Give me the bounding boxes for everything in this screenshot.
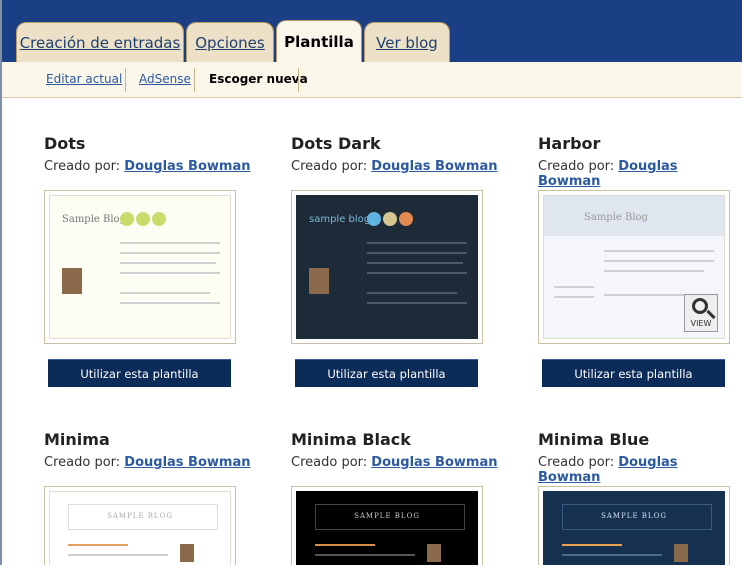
subnav-edit-current[interactable]: Editar actual — [46, 72, 122, 86]
template-name: Harbor — [538, 134, 601, 153]
preview-line — [315, 554, 415, 556]
author-prefix: Creado por: — [538, 455, 615, 470]
template-preview[interactable]: SAMPLE BLOG — [538, 486, 730, 565]
preview-dot — [136, 212, 150, 226]
preview-line — [120, 262, 216, 264]
preview-heading: sample blog — [309, 214, 371, 225]
template-name: Minima Black — [291, 430, 411, 449]
view-preview-button[interactable]: VIEW — [684, 294, 718, 332]
preview-line — [562, 554, 662, 556]
preview-avatar — [180, 544, 194, 562]
template-author-line: Creado por: Douglas Bowman — [291, 455, 497, 470]
preview-line — [554, 286, 594, 288]
author-prefix: Creado por: — [538, 159, 615, 174]
preview-line — [604, 250, 714, 252]
author-prefix: Creado por: — [44, 455, 121, 470]
preview-avatar — [427, 544, 441, 562]
author-prefix: Creado por: — [44, 159, 121, 174]
preview-line — [604, 260, 714, 262]
template-card-minima: Minima Creado por: Douglas Bowman SAMPLE… — [44, 430, 250, 565]
preview-line — [120, 272, 220, 274]
preview-line — [367, 272, 467, 274]
preview-avatar — [674, 544, 688, 562]
preview-avatar — [62, 268, 82, 294]
view-label: VIEW — [690, 319, 712, 328]
template-preview[interactable]: Sample Blog — [44, 190, 236, 344]
preview-dots-dark: sample blog — [296, 195, 478, 339]
subnav-pick-new: Escoger nueva — [209, 72, 308, 86]
preview-heading: Sample Blog — [62, 214, 126, 225]
template-card-harbor: Harbor Creado por: Douglas Bowman Sample… — [538, 134, 742, 387]
preview-heading: SAMPLE BLOG — [601, 512, 667, 520]
template-preview[interactable]: Sample Blog VIEW — [538, 190, 730, 344]
template-name: Dots Dark — [291, 134, 381, 153]
preview-heading: SAMPLE BLOG — [107, 512, 173, 520]
preview-line — [120, 292, 210, 294]
preview-line — [367, 242, 467, 244]
author-prefix: Creado por: — [291, 159, 368, 174]
template-name: Dots — [44, 134, 86, 153]
preview-line — [554, 296, 594, 298]
tab-settings[interactable]: Opciones — [186, 22, 274, 62]
preview-minima-black: SAMPLE BLOG — [296, 491, 478, 565]
use-template-button[interactable]: Utilizar esta plantilla — [48, 359, 231, 387]
subnav-adsense[interactable]: AdSense — [139, 72, 191, 86]
tab-view-blog[interactable]: Ver blog — [364, 22, 450, 62]
author-prefix: Creado por: — [291, 455, 368, 470]
preview-avatar — [309, 268, 329, 294]
subnav: Editar actual AdSense Escoger nueva — [2, 62, 742, 98]
blogger-template-page: Creación de entradas Opciones Plantilla … — [0, 0, 742, 565]
template-preview[interactable]: SAMPLE BLOG — [44, 486, 236, 565]
template-card-dots: Dots Creado por: Douglas Bowman Sample B… — [44, 134, 250, 387]
template-name: Minima — [44, 430, 110, 449]
preview-dot — [399, 212, 413, 226]
template-author-line: Creado por: Douglas Bowman — [538, 455, 742, 485]
preview-line — [120, 302, 220, 304]
template-author-line: Creado por: Douglas Bowman — [44, 455, 250, 470]
preview-line — [367, 302, 467, 304]
use-template-button[interactable]: Utilizar esta plantilla — [542, 359, 725, 387]
preview-dots: Sample Blog — [49, 195, 231, 339]
author-link[interactable]: Douglas Bowman — [124, 455, 250, 470]
author-link[interactable]: Douglas Bowman — [371, 455, 497, 470]
template-card-dots-dark: Dots Dark Creado por: Douglas Bowman sam… — [291, 134, 497, 387]
preview-line — [315, 544, 375, 546]
template-preview[interactable]: sample blog — [291, 190, 483, 344]
preview-dot — [120, 212, 134, 226]
subnav-separator — [298, 68, 299, 92]
preview-line — [367, 292, 457, 294]
preview-line — [68, 554, 168, 556]
preview-minima: SAMPLE BLOG — [49, 491, 231, 565]
template-card-minima-black: Minima Black Creado por: Douglas Bowman … — [291, 430, 497, 565]
template-author-line: Creado por: Douglas Bowman — [291, 159, 497, 174]
use-template-button[interactable]: Utilizar esta plantilla — [295, 359, 478, 387]
preview-line — [562, 544, 622, 546]
magnifier-icon — [692, 298, 708, 314]
preview-dot — [367, 212, 381, 226]
template-author-line: Creado por: Douglas Bowman — [538, 159, 742, 189]
author-link[interactable]: Douglas Bowman — [124, 159, 250, 174]
preview-line — [367, 262, 463, 264]
preview-minima-blue: SAMPLE BLOG — [543, 491, 725, 565]
preview-line — [604, 270, 704, 272]
template-preview[interactable]: SAMPLE BLOG — [291, 486, 483, 565]
preview-heading: SAMPLE BLOG — [354, 512, 420, 520]
subnav-separator — [194, 68, 195, 92]
preview-line — [120, 252, 220, 254]
preview-line — [68, 544, 128, 546]
tab-template[interactable]: Plantilla — [276, 20, 362, 62]
preview-dot — [152, 212, 166, 226]
template-card-minima-blue: Minima Blue Creado por: Douglas Bowman S… — [538, 430, 742, 565]
tab-posting[interactable]: Creación de entradas — [16, 22, 184, 62]
preview-line — [120, 242, 220, 244]
preview-harbor: Sample Blog VIEW — [543, 195, 725, 339]
preview-heading: Sample Blog — [584, 212, 648, 223]
preview-line — [367, 252, 467, 254]
author-link[interactable]: Douglas Bowman — [371, 159, 497, 174]
preview-dot — [383, 212, 397, 226]
template-name: Minima Blue — [538, 430, 650, 449]
subnav-separator — [125, 68, 126, 92]
template-author-line: Creado por: Douglas Bowman — [44, 159, 250, 174]
